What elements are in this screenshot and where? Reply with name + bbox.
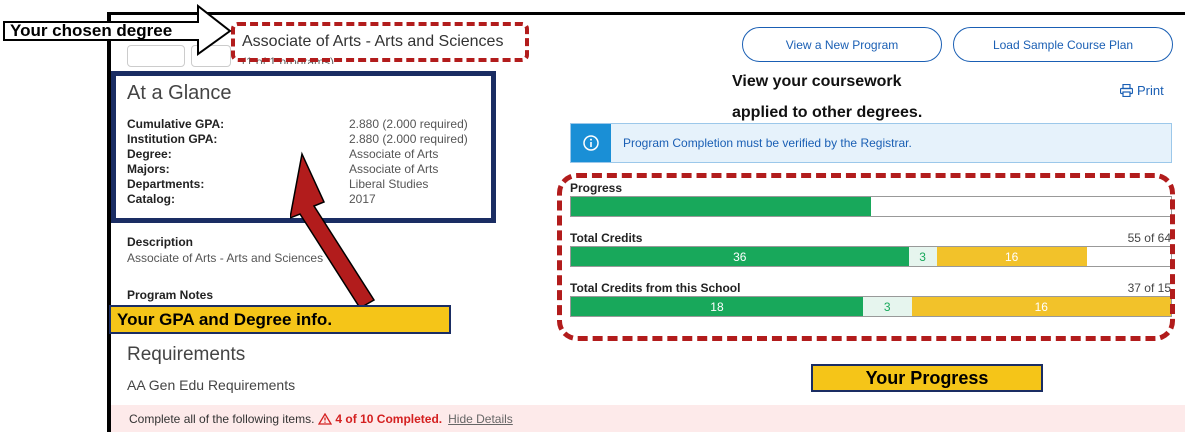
info-circle-icon: [571, 124, 611, 162]
print-button[interactable]: Print: [1120, 83, 1164, 98]
glance-value: 2.880 (2.000 required): [349, 117, 468, 131]
gpa-degree-callout: Your GPA and Degree info.: [109, 305, 451, 334]
progress-highlight: [557, 173, 1175, 341]
completion-status: 4 of 10 Completed.: [318, 412, 442, 426]
glance-label: Cumulative GPA:: [127, 117, 225, 131]
coursework-callout-line1: View your coursework: [732, 73, 902, 90]
up-left-arrow-icon: [290, 151, 376, 310]
glance-label: Institution GPA:: [127, 132, 218, 146]
glance-row-institution-gpa: Institution GPA: 2.880 (2.000 required): [127, 132, 487, 147]
glance-row-cumulative-gpa: Cumulative GPA: 2.880 (2.000 required): [127, 117, 487, 132]
requirements-title: Requirements: [127, 344, 246, 365]
glance-title: At a Glance: [127, 82, 232, 104]
coursework-callout: View your coursework applied to other de…: [732, 66, 922, 128]
hide-details-link[interactable]: Hide Details: [448, 412, 513, 426]
program-notes-heading: Program Notes: [127, 288, 214, 302]
print-label: Print: [1137, 83, 1164, 98]
printer-icon: [1120, 84, 1133, 97]
glance-value: 2.880 (2.000 required): [349, 132, 468, 146]
load-sample-course-plan-button[interactable]: Load Sample Course Plan: [953, 27, 1173, 62]
completion-instruction: Complete all of the following items.: [129, 411, 315, 426]
your-progress-callout: Your Progress: [811, 364, 1043, 392]
requirements-status-bar: Complete all of the following items. 4 o…: [111, 405, 1185, 432]
completion-status-text: 4 of 10 Completed.: [335, 411, 443, 426]
registrar-alert: Program Completion must be verified by t…: [570, 123, 1172, 163]
chosen-degree-label: Your chosen degree: [10, 21, 173, 40]
registrar-alert-text: Program Completion must be verified by t…: [623, 136, 912, 150]
chosen-degree-callout: Your chosen degree: [2, 4, 232, 56]
description-heading: Description: [127, 235, 194, 249]
requirements-subtitle: AA Gen Edu Requirements: [127, 377, 296, 393]
warning-triangle-icon: [318, 412, 333, 425]
view-new-program-button[interactable]: View a New Program: [742, 27, 942, 62]
annotation-top-rule: [107, 12, 1185, 15]
program-title-highlight: [231, 22, 529, 62]
